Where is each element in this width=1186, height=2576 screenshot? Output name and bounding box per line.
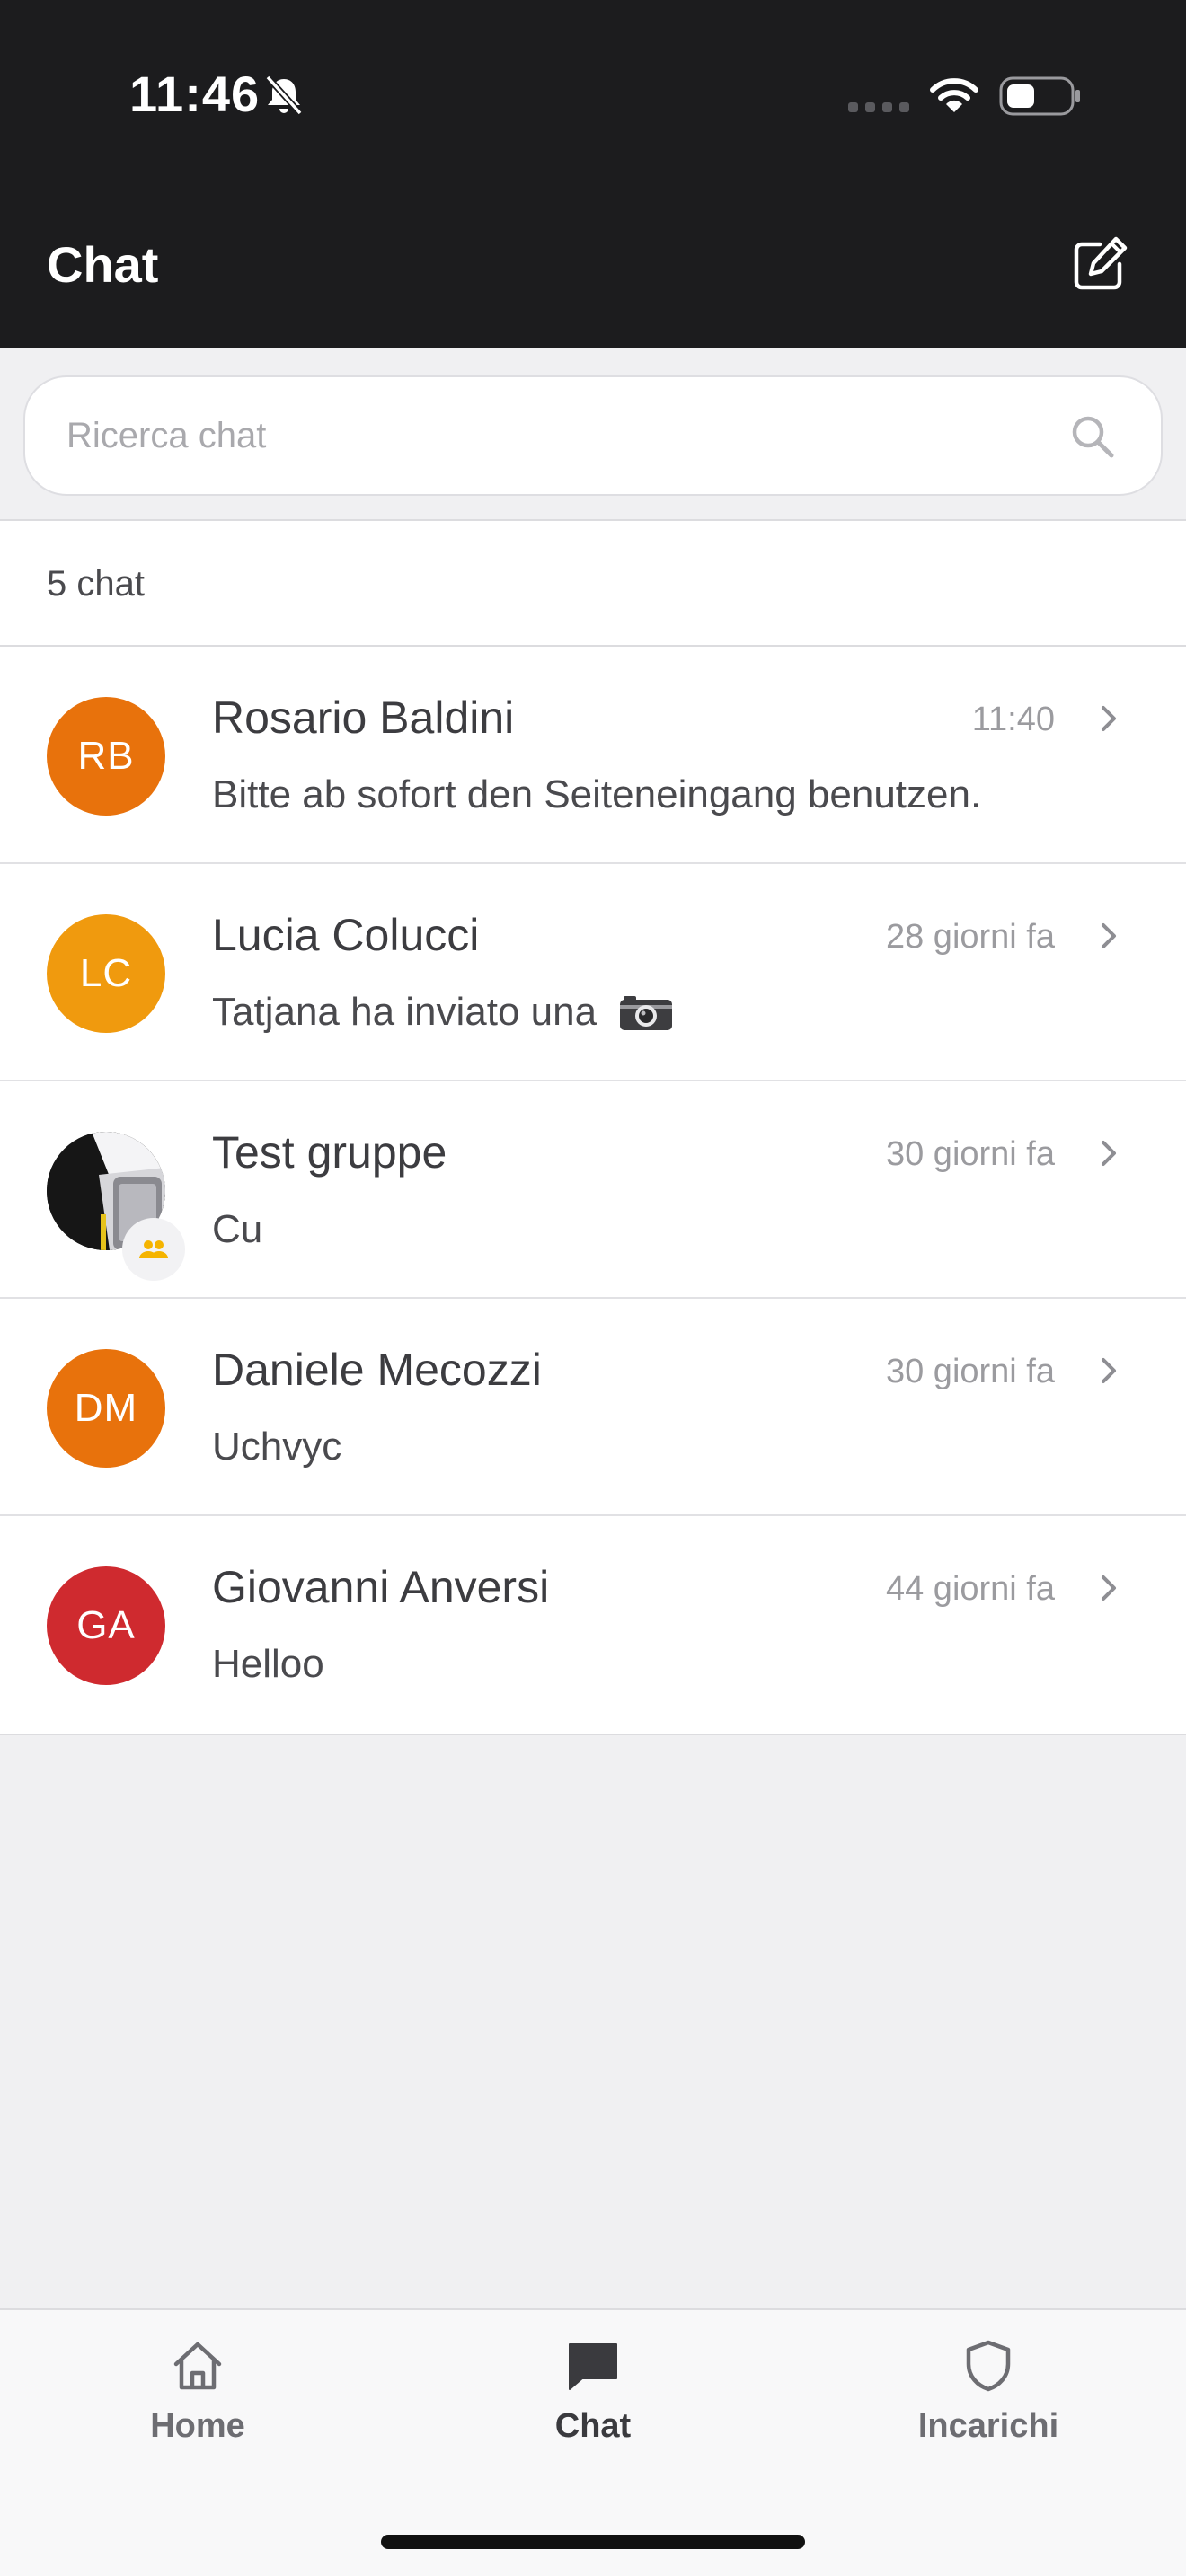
chat-preview: Cu	[212, 1207, 262, 1252]
chat-preview-text: Bitte ab sofort den Seiteneingang benutz…	[212, 772, 982, 816]
chat-screen: 11:46 Chat Ricerca chat 5 chat RB Rosari…	[0, 0, 1186, 2576]
chat-preview: Tatjana ha inviato una	[212, 990, 674, 1035]
chat-bubble-icon	[569, 2343, 617, 2390]
chat-time: 44 giorni fa	[885, 1570, 1055, 1608]
avatar: LC	[47, 914, 165, 1033]
home-indicator	[381, 2535, 805, 2549]
avatar: DM	[47, 1349, 165, 1468]
chevron-right-icon	[1102, 923, 1116, 948]
bell-slash-icon	[265, 75, 303, 116]
chat-row-giovanni-anversi[interactable]: GA Giovanni Anversi 44 giorni fa Helloo	[0, 1516, 1186, 1734]
avatar-initials: RB	[77, 734, 135, 778]
chevron-right-icon	[1102, 1141, 1116, 1166]
chat-name: Giovanni Anversi	[212, 1562, 550, 1612]
top-bar: 11:46 Chat	[0, 0, 1186, 348]
chevron-right-icon	[1102, 1575, 1116, 1601]
tab-label: Chat	[554, 2407, 632, 2445]
tab-label: Home	[150, 2407, 245, 2445]
avatar-initials: GA	[76, 1603, 136, 1647]
signal-icon	[848, 102, 909, 112]
camera-icon	[620, 996, 673, 1030]
chat-row-test-gruppe[interactable]: Test gruppe 30 giorni fa Cu	[0, 1081, 1186, 1299]
chat-name: Rosario Baldini	[212, 693, 515, 743]
chat-time: 28 giorni fa	[885, 918, 1055, 956]
chat-count-row: 5 chat	[0, 519, 1186, 647]
avatar-initials: LC	[79, 951, 133, 995]
search-icon[interactable]	[1067, 411, 1118, 462]
chat-preview-text: Tatjana ha inviato una	[212, 990, 597, 1034]
chat-preview: Bitte ab sofort den Seiteneingang benutz…	[212, 772, 981, 817]
wifi-icon	[930, 78, 978, 112]
chat-preview-text: Cu	[212, 1207, 263, 1251]
chat-list: RB Rosario Baldini 11:40 Bitte ab sofort…	[0, 647, 1186, 1735]
chat-time: 30 giorni fa	[885, 1135, 1055, 1173]
chat-preview: Uchvyc	[212, 1425, 341, 1469]
search-input[interactable]	[66, 377, 1055, 494]
search-area	[0, 348, 1186, 519]
chat-count: 5 chat	[47, 564, 145, 604]
chevron-right-icon	[1102, 1358, 1116, 1383]
chat-name: Lucia Colucci	[212, 910, 480, 960]
chat-preview-text: Uchvyc	[212, 1425, 342, 1469]
chat-row-daniele-mecozzi[interactable]: DM Daniele Mecozzi 30 giorni fa Uchvyc	[0, 1299, 1186, 1516]
compose-icon	[1074, 236, 1128, 290]
status-time: 11:46	[129, 66, 261, 122]
home-icon	[173, 2342, 222, 2390]
search-box[interactable]	[23, 375, 1163, 496]
chat-time: 30 giorni fa	[885, 1353, 1055, 1390]
avatar: GA	[47, 1566, 165, 1685]
group-icon	[139, 1240, 168, 1258]
tab-chat[interactable]: Chat	[458, 2310, 728, 2490]
tab-incarichi[interactable]: Incarichi	[854, 2310, 1123, 2490]
chat-preview-text: Helloo	[212, 1642, 324, 1686]
avatar: RB	[47, 697, 165, 816]
tab-label: Incarichi	[917, 2407, 1059, 2445]
page-title: Chat	[47, 236, 159, 293]
chat-preview: Helloo	[212, 1642, 324, 1687]
chat-name: Daniele Mecozzi	[212, 1345, 542, 1395]
chevron-right-icon	[1102, 706, 1116, 731]
chat-row-rosario-baldini[interactable]: RB Rosario Baldini 11:40 Bitte ab sofort…	[0, 647, 1186, 864]
chat-time: 11:40	[971, 701, 1055, 738]
group-badge	[122, 1218, 185, 1281]
shield-icon	[966, 2340, 1011, 2392]
battery-icon	[999, 76, 1080, 116]
avatar-initials: DM	[74, 1386, 138, 1430]
tab-home[interactable]: Home	[63, 2310, 332, 2490]
chat-name: Test gruppe	[212, 1127, 447, 1178]
chat-row-lucia-colucci[interactable]: LC Lucia Colucci 28 giorni fa Tatjana ha…	[0, 864, 1186, 1081]
compose-button[interactable]	[1066, 230, 1134, 298]
